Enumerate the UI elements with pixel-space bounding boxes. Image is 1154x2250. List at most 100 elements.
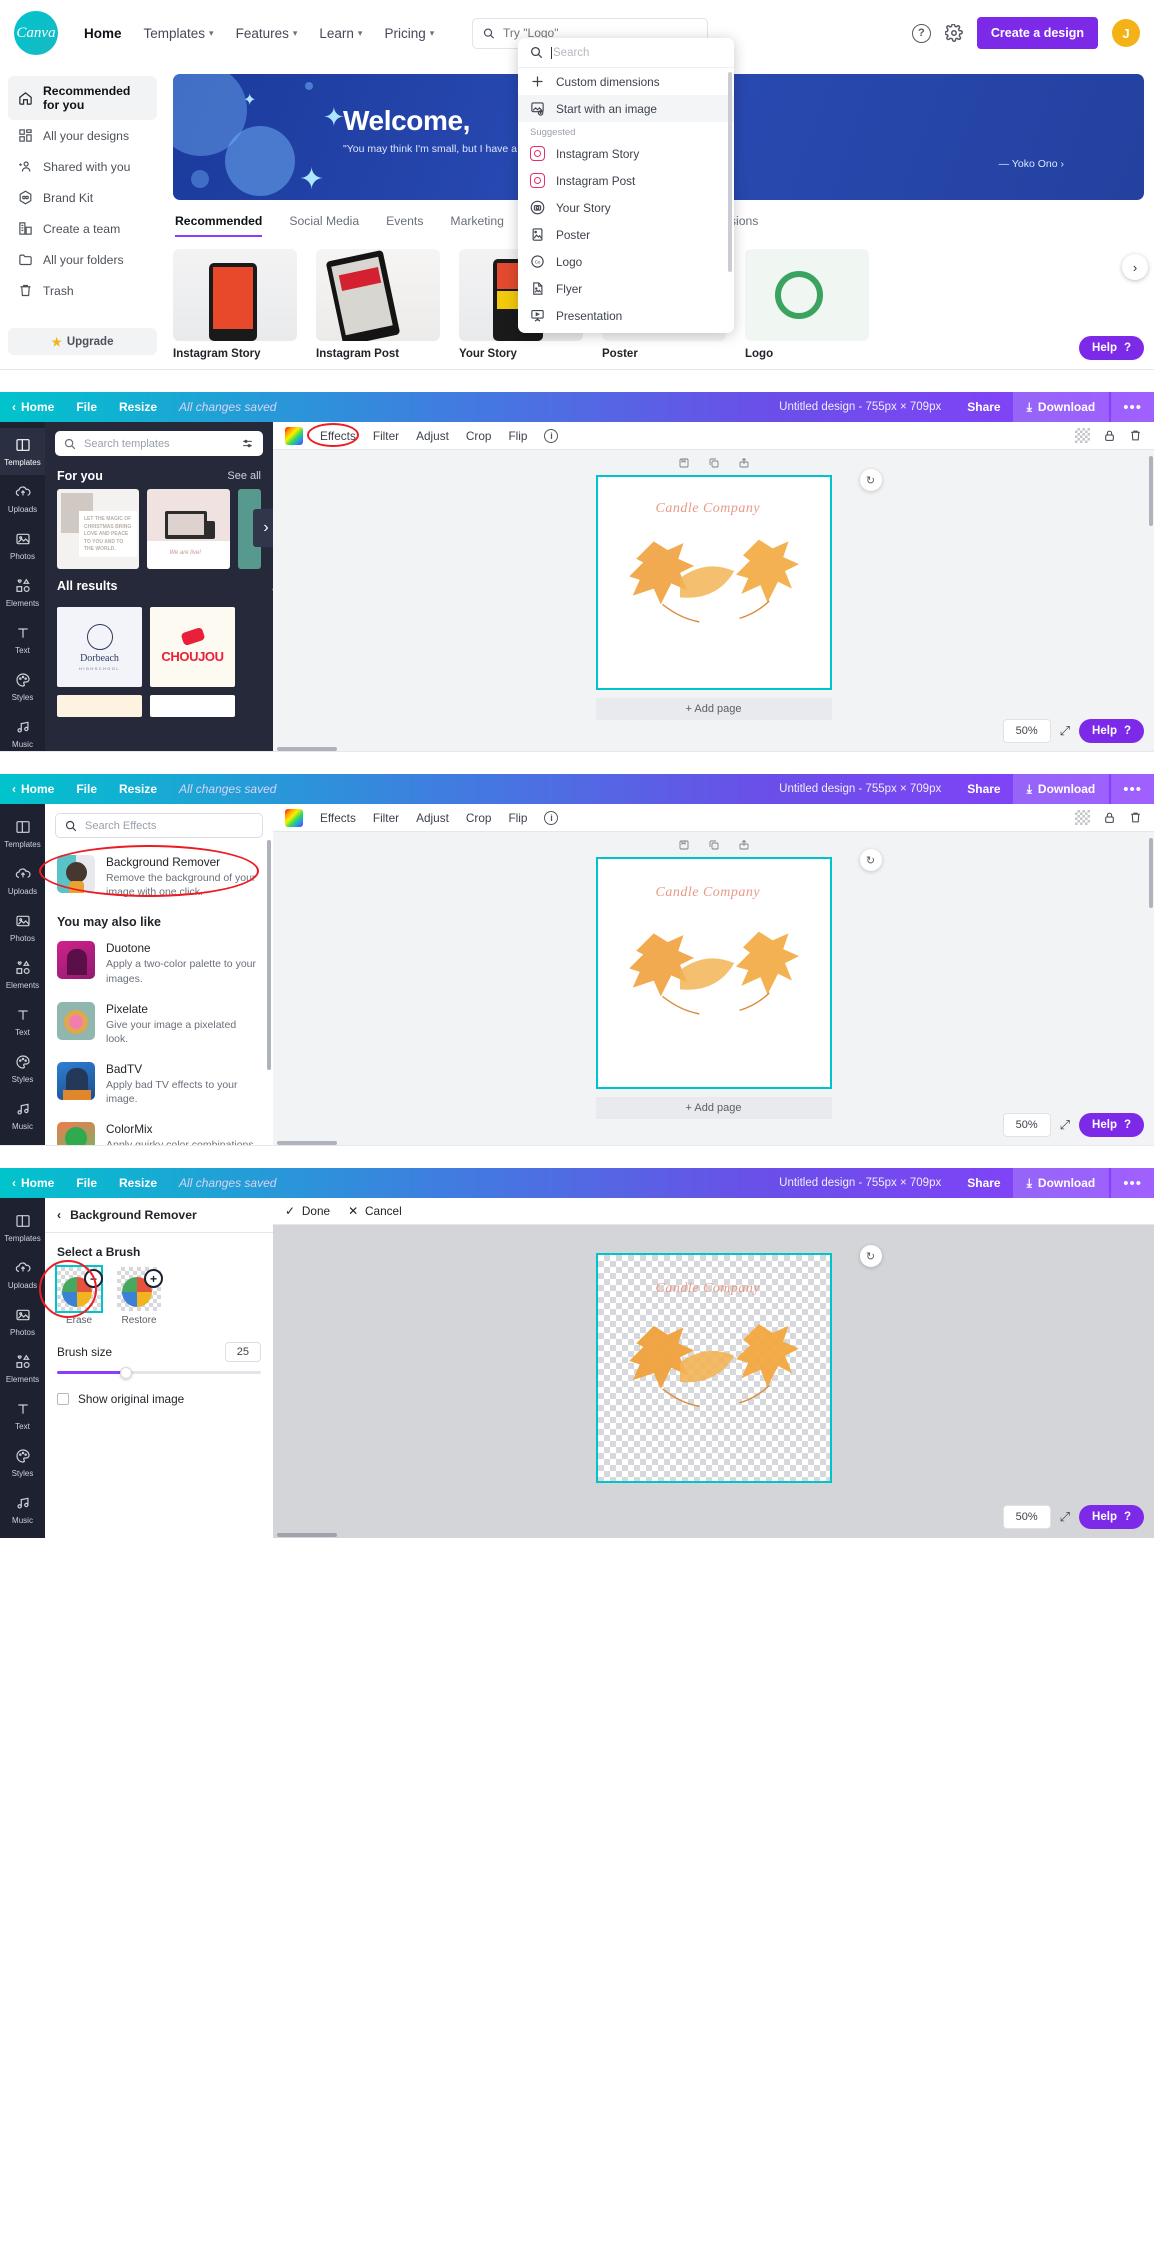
rail-item-photos[interactable]: Photos [0,1298,45,1345]
cancel-button[interactable]: ✕ Cancel [348,1204,402,1218]
show-original-row[interactable]: Show original image [45,1374,273,1406]
rotate-handle-icon[interactable]: ↻ [859,1245,882,1267]
share-button[interactable]: Share [955,400,1012,414]
info-icon[interactable]: i [544,810,559,825]
brush-restore[interactable]: + Restore [117,1267,163,1326]
sidebar-item-create-team[interactable]: Create a team [8,213,157,244]
rail-item-elements[interactable]: Elements [0,1345,45,1392]
expand-icon[interactable]: ⤢ [1060,1509,1070,1525]
effect-duotone[interactable]: Duotone Apply a two-color palette to your… [45,933,273,993]
hero-attribution[interactable]: — Yoko Ono › [343,158,1144,170]
bg-remover-back-header[interactable]: ‹ Background Remover [45,1198,273,1233]
expand-icon[interactable]: ⤢ [1060,1117,1070,1133]
brush-size-slider[interactable] [57,1366,261,1379]
dropdown-item-presentation[interactable]: Presentation [518,302,734,329]
design-title[interactable]: Untitled design - 755px × 709px [779,1177,941,1189]
sidebar-item-trash[interactable]: Trash [8,275,157,306]
share-page-icon[interactable] [738,457,750,469]
add-page-button[interactable]: + Add page [595,1097,832,1119]
dropdown-item-custom-dimensions[interactable]: Custom dimensions [518,68,734,95]
artboard-text[interactable]: Candle Company [656,1281,761,1297]
slider-knob[interactable] [120,1366,133,1379]
expand-icon[interactable]: ⤢ [1060,723,1070,739]
trash-icon[interactable] [1129,429,1142,442]
canvas-vertical-scrollbar[interactable] [1149,838,1153,908]
info-icon[interactable]: i [544,428,559,443]
editor-file-menu[interactable]: File [76,400,97,414]
show-original-checkbox[interactable] [57,1393,69,1405]
editor-home-button[interactable]: ‹ Home [12,1176,54,1190]
rail-item-music[interactable]: Music [0,1486,45,1533]
add-page-button[interactable]: + Add page [595,698,832,720]
template-card[interactable]: Logo [745,249,869,360]
crop-tab[interactable]: Crop [466,811,492,825]
canvas-horizontal-scrollbar[interactable] [277,1533,337,1537]
nav-item-features[interactable]: Features ▾ [236,26,298,41]
help-button[interactable]: Help? [1079,1505,1144,1529]
create-a-design-button[interactable]: Create a design [976,17,1098,49]
result-card[interactable] [150,695,235,717]
rail-item-templates[interactable]: Templates [0,810,45,857]
download-button[interactable]: ⤓ Download [1012,392,1110,422]
dropdown-item-instagram-story[interactable]: Instagram Story [518,140,734,167]
adjust-tab[interactable]: Adjust [416,429,449,443]
rail-item-styles[interactable]: Styles [0,663,45,710]
nav-item-templates[interactable]: Templates ▾ [144,26,214,41]
rail-item-styles[interactable]: Styles [0,1439,45,1486]
color-swatch[interactable] [285,808,303,827]
nav-item-home[interactable]: Home [84,26,122,41]
flip-tab[interactable]: Flip [508,429,527,443]
rail-item-text[interactable]: Text [0,616,45,663]
adjust-tab[interactable]: Adjust [416,811,449,825]
download-button[interactable]: ⤓ Download [1012,1168,1110,1198]
zoom-level[interactable]: 50% [1002,1113,1051,1137]
tab-events[interactable]: Events [386,214,423,237]
dropdown-item-instagram-post[interactable]: Instagram Post [518,167,734,194]
rail-item-elements[interactable]: Elements [0,569,45,616]
trash-icon[interactable] [1129,811,1142,824]
design-title[interactable]: Untitled design - 755px × 709px [779,401,941,413]
transparency-icon[interactable] [1075,810,1090,825]
editor-resize-button[interactable]: Resize [119,1176,157,1190]
help-button[interactable]: Help? [1079,336,1144,360]
rail-item-music[interactable]: Music [0,1092,45,1139]
tab-recommended[interactable]: Recommended [175,214,263,237]
zoom-level[interactable]: 50% [1002,719,1051,743]
template-card[interactable]: LET THE MAGIC OF CHRISTMAS BRING LOVE AN… [57,489,140,569]
color-swatch[interactable] [285,426,303,445]
design-title[interactable]: Untitled design - 755px × 709px [779,783,941,795]
tab-marketing[interactable]: Marketing [450,214,504,237]
templates-search-box[interactable]: Search templates [55,431,263,456]
panel-scrollbar[interactable] [267,840,271,1070]
rail-item-templates[interactable]: Templates [0,1204,45,1251]
transparency-icon[interactable] [1075,428,1090,443]
effect-badtv[interactable]: BadTV Apply bad TV effects to your image. [45,1054,273,1114]
nav-item-learn[interactable]: Learn ▾ [319,26,362,41]
notes-icon[interactable] [678,457,690,469]
editor-resize-button[interactable]: Resize [119,782,157,796]
notes-icon[interactable] [678,839,690,851]
flip-tab[interactable]: Flip [508,811,527,825]
rail-item-uploads[interactable]: Uploads [0,475,45,522]
artboard-text[interactable]: Candle Company [656,885,761,901]
nav-item-pricing[interactable]: Pricing ▾ [384,26,434,41]
editor-home-button[interactable]: ‹ Home [12,400,54,414]
canva-logo-icon[interactable]: Canva [14,11,58,55]
more-options-button[interactable]: ••• [1111,1168,1154,1198]
rail-item-music[interactable]: Music [0,710,45,751]
dropdown-item-logo[interactable]: Co Logo [518,248,734,275]
dropdown-scrollbar[interactable] [728,72,732,272]
filter-tab[interactable]: Filter [373,811,399,825]
template-card[interactable]: Instagram Story [173,249,297,360]
brush-size-value[interactable]: 25 [224,1342,261,1362]
zoom-level[interactable]: 50% [1002,1505,1051,1529]
sidebar-item-all-designs[interactable]: All your designs [8,120,157,151]
editor-file-menu[interactable]: File [76,782,97,796]
help-icon[interactable]: ? [911,23,931,43]
effects-tab[interactable]: Effects [320,811,356,825]
tab-social-media[interactable]: Social Media [289,214,359,237]
result-card[interactable] [57,695,142,717]
dropdown-item-poster[interactable]: Poster [518,221,734,248]
share-page-icon[interactable] [738,839,750,851]
artboard[interactable]: Candle Company ↻ [595,1245,882,1483]
